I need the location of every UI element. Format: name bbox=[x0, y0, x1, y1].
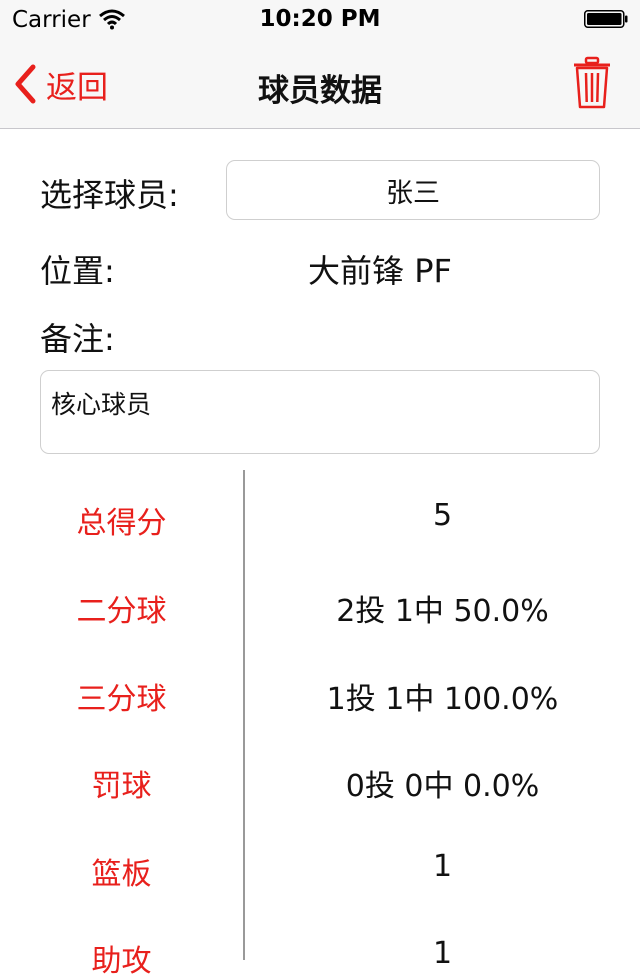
trash-icon[interactable] bbox=[572, 56, 612, 110]
stat-value-two-pointers: 2投 1中 50.0% bbox=[336, 594, 549, 629]
navigation-bar: 返回 球员数据 bbox=[0, 40, 640, 129]
player-select[interactable]: 张三 bbox=[226, 160, 600, 220]
position-value: 大前锋 PF bbox=[308, 252, 452, 290]
player-value: 张三 bbox=[386, 177, 440, 209]
stat-label-rebounds: 篮板 bbox=[91, 857, 152, 892]
battery-icon bbox=[584, 10, 628, 28]
stat-value-rebounds: 1 bbox=[432, 849, 453, 884]
stat-label-free-throws: 罚球 bbox=[91, 769, 152, 804]
position-label: 位置: bbox=[40, 252, 115, 290]
stat-label-two-pointers: 二分球 bbox=[76, 594, 167, 629]
stat-value-total-points: 5 bbox=[432, 498, 453, 533]
stat-label-assists: 助攻 bbox=[91, 944, 152, 979]
page-title: 球员数据 bbox=[258, 73, 382, 109]
stat-label-total-points: 总得分 bbox=[76, 506, 167, 541]
stat-value-three-pointers: 1投 1中 100.0% bbox=[326, 682, 559, 717]
stat-value-free-throws: 0投 0中 0.0% bbox=[345, 769, 540, 804]
note-field[interactable]: 核心球员 bbox=[40, 370, 600, 454]
note-value: 核心球员 bbox=[51, 390, 152, 419]
status-bar: Carrier 10:20 PM bbox=[0, 0, 640, 40]
stat-label-three-pointers: 三分球 bbox=[76, 682, 167, 717]
status-time: 10:20 PM bbox=[259, 6, 381, 32]
stat-value-assists: 1 bbox=[432, 936, 453, 971]
note-label: 备注: bbox=[40, 320, 115, 358]
player-label: 选择球员: bbox=[40, 176, 179, 214]
